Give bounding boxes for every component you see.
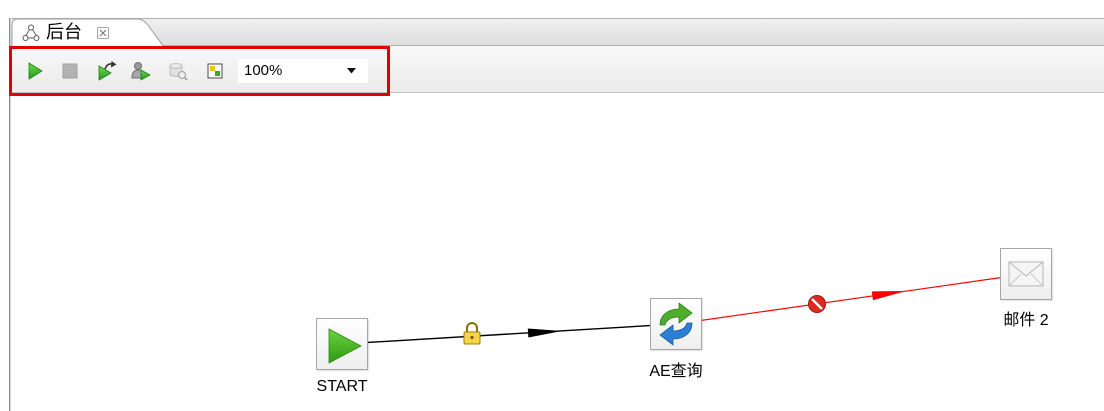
explore-database-icon (169, 63, 188, 81)
error-icon[interactable] (808, 295, 826, 313)
tab-bar (11, 18, 1104, 46)
show-results-button[interactable] (205, 61, 225, 81)
view-left-border (9, 18, 11, 411)
lock-icon[interactable] (463, 322, 481, 345)
run-icon (28, 62, 43, 80)
replay-icon (98, 61, 117, 81)
hop-arrow (871, 291, 906, 301)
hop-layer (341, 273, 1027, 345)
replay-button[interactable] (97, 61, 117, 81)
stop-icon (62, 63, 78, 79)
run-button[interactable] (25, 61, 45, 81)
tab-title: 后台 (46, 22, 82, 42)
node-label-start: START (316, 378, 368, 395)
node-label-ae-query: AE查询 (649, 363, 703, 380)
job-check-icon (131, 62, 151, 81)
mail-icon (1008, 261, 1044, 287)
transformation-icon (659, 302, 693, 346)
node-start[interactable] (316, 318, 368, 370)
show-results-icon (207, 63, 223, 79)
hop-start-to-ae-query[interactable] (341, 323, 677, 345)
explore-database-button[interactable] (168, 61, 188, 81)
stop-button[interactable] (60, 61, 80, 81)
chevron-down-icon[interactable] (347, 68, 356, 74)
zoom-value: 100% (244, 62, 283, 79)
start-icon (328, 328, 362, 364)
job-toolbar: 100% (11, 46, 1104, 93)
job-canvas[interactable]: START AE查询 邮件 2 (11, 93, 1104, 411)
close-icon[interactable] (97, 27, 109, 39)
hop-line[interactable] (341, 323, 677, 345)
node-mail[interactable] (1000, 248, 1052, 300)
hop-arrow (527, 328, 562, 338)
node-ae-query[interactable] (650, 298, 702, 350)
job-check-button[interactable] (131, 61, 151, 81)
zoom-select[interactable]: 100% (238, 59, 368, 83)
job-icon (22, 24, 40, 42)
node-label-mail: 邮件 2 (1003, 312, 1049, 329)
tab-job[interactable]: 后台 (11, 18, 167, 47)
